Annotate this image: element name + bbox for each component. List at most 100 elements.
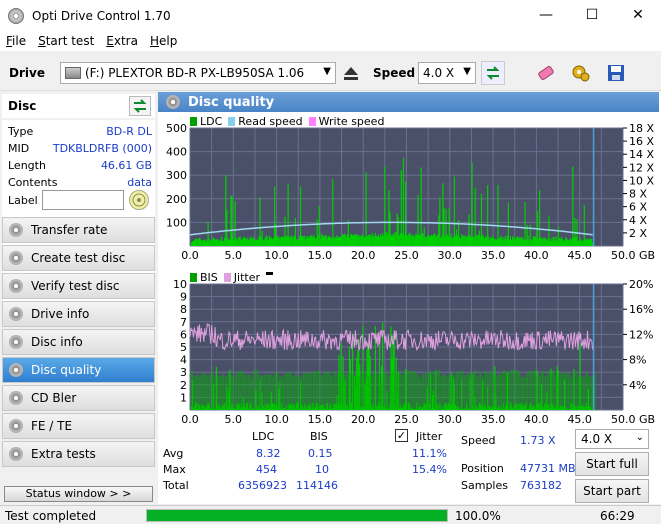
bis-fill xyxy=(375,373,378,410)
settings-button[interactable] xyxy=(569,61,593,85)
save-button[interactable] xyxy=(604,61,628,85)
ldc-bar xyxy=(523,238,525,246)
ldc-bar xyxy=(516,237,518,246)
bis-fill xyxy=(344,374,347,410)
nav-extra-tests[interactable]: Extra tests xyxy=(2,441,155,467)
minimize-button[interactable]: — xyxy=(523,0,569,30)
ldc-bar xyxy=(278,236,280,246)
menu-file[interactable]: File xyxy=(0,34,32,48)
drive-icon xyxy=(65,67,81,79)
bis-fill xyxy=(398,370,401,410)
nav-verify-test-disc[interactable]: Verify test disc xyxy=(2,273,155,299)
nav-drive-info-label: Drive info xyxy=(31,307,90,321)
y-tick-label-right: 4 X xyxy=(629,214,647,227)
status-window-button[interactable]: Status window > > xyxy=(4,486,153,502)
label-apply-button[interactable] xyxy=(129,190,149,210)
ldc-bar xyxy=(296,239,299,246)
ldc-bar xyxy=(461,234,463,246)
ldc-bar xyxy=(304,235,306,246)
disc-contents-value: data xyxy=(127,176,152,189)
panel-header: Disc quality xyxy=(158,92,659,112)
ldc-bar xyxy=(552,237,554,246)
bis-fill xyxy=(551,370,555,410)
menu-extra[interactable]: Extra xyxy=(100,34,144,48)
ldc-bar xyxy=(527,235,529,246)
nav-disc-info[interactable]: Disc info xyxy=(2,329,155,355)
nav-create-test-disc[interactable]: Create test disc xyxy=(2,245,155,271)
ldc-bar xyxy=(399,233,401,246)
close-button[interactable]: ✕ xyxy=(615,0,661,30)
ldc-bar xyxy=(235,237,237,246)
max-jitter: 15.4% xyxy=(412,463,447,476)
ldc-bar xyxy=(522,239,524,246)
ldc-bar xyxy=(417,195,419,246)
ldc-bar xyxy=(453,176,455,246)
menu-extra-accel: E xyxy=(106,34,114,48)
menu-help[interactable]: Help xyxy=(144,34,183,48)
ldc-bar xyxy=(561,239,564,246)
ldc-bar xyxy=(271,238,274,246)
ldc-bar xyxy=(558,237,560,246)
ldc-bar xyxy=(528,240,530,246)
refresh-speed-button[interactable] xyxy=(481,61,505,85)
jitter-checkbox[interactable]: ✓ xyxy=(395,429,408,442)
disc-label-input[interactable] xyxy=(42,190,124,210)
nav-disc-quality[interactable]: Disc quality xyxy=(2,357,155,383)
nav-cd-bler[interactable]: CD Bler xyxy=(2,385,155,411)
ldc-bar xyxy=(577,240,579,246)
ldc-bar xyxy=(214,239,216,246)
ldc-bar xyxy=(204,239,206,246)
speed-select[interactable]: 4.0 X ▼ xyxy=(418,62,476,84)
y-tick-label-left: 500 xyxy=(166,124,187,135)
bis-fill xyxy=(216,375,220,410)
ldc-bar xyxy=(497,184,499,246)
bis-fill xyxy=(461,370,464,410)
menu-start-test[interactable]: Start test xyxy=(32,34,100,48)
floppy-disk-icon xyxy=(608,65,624,81)
start-full-button[interactable]: Start full xyxy=(575,452,649,476)
disc-mid-value: TDKBLDRFB (000) xyxy=(52,142,152,155)
drive-select[interactable]: (F:) PLEXTOR BD-R PX-LB950SA 1.06 ▼ xyxy=(60,62,336,84)
nav-drive-info[interactable]: Drive info xyxy=(2,301,155,327)
bis-fill xyxy=(526,373,529,410)
nav-fe-te[interactable]: FE / TE xyxy=(2,413,155,439)
ldc-bar xyxy=(191,241,194,246)
disc-contents-row: Contents data xyxy=(8,176,152,189)
ldc-bar xyxy=(232,236,234,246)
ldc-bar xyxy=(223,240,225,246)
bis-fill xyxy=(484,370,487,410)
nav-verify-test-disc-label: Verify test disc xyxy=(31,279,120,293)
bis-fill xyxy=(385,371,388,410)
ldc-bar xyxy=(355,233,357,246)
bis-fill xyxy=(554,374,557,410)
avg-jitter: 11.1% xyxy=(412,447,447,460)
bis-fill xyxy=(513,369,516,410)
ldc-bar xyxy=(419,234,421,246)
ldc-bar xyxy=(233,239,235,246)
bis-fill xyxy=(325,371,329,410)
bis-fill xyxy=(518,371,521,410)
ldc-bar xyxy=(589,238,592,246)
nav-transfer-rate[interactable]: Transfer rate xyxy=(2,217,155,243)
start-part-button[interactable]: Start part xyxy=(575,479,649,503)
sidebar: Disc Type BD-R DL MID TDKBLDRFB (000) Leng… xyxy=(0,92,157,504)
disc-refresh-button[interactable] xyxy=(129,96,151,116)
ldc-bar xyxy=(224,237,226,246)
erase-button[interactable] xyxy=(534,61,558,85)
ldc-bar xyxy=(284,216,286,246)
speed-stat-value: 1.73 X xyxy=(520,434,556,447)
ldc-bar xyxy=(373,236,375,246)
ldc-bar xyxy=(513,237,515,246)
x-tick-label: 30.0 xyxy=(438,413,463,424)
test-speed-select[interactable]: 4.0 X ⌄ xyxy=(575,429,649,449)
ldc-bar xyxy=(403,235,406,246)
eject-button[interactable] xyxy=(339,61,363,85)
ldc-bar xyxy=(428,236,431,246)
ldc-bar xyxy=(467,235,469,246)
x-tick-label: 50.0 GB xyxy=(611,249,655,262)
y-tick-label-right: 8% xyxy=(629,354,646,367)
maximize-button[interactable]: ☐ xyxy=(569,0,615,30)
ldc-bar xyxy=(289,237,291,246)
bis-fill xyxy=(362,372,365,410)
bis-fill xyxy=(294,372,297,410)
